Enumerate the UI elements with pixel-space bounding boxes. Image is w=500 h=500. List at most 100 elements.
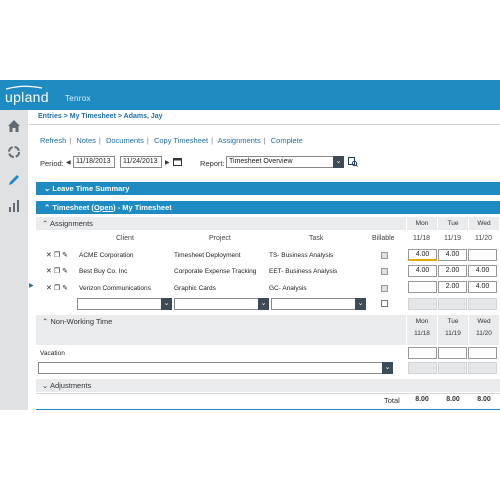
copy-timesheet-link[interactable]: Copy Timesheet — [154, 136, 208, 145]
vacation-hours-mon[interactable] — [408, 347, 437, 359]
hours-input-wed[interactable]: 4.00 — [468, 281, 497, 293]
chevron-down-icon[interactable]: ⌄ — [382, 362, 393, 374]
breadcrumb-entries[interactable]: Entries — [38, 113, 62, 120]
day-header-tue: Tue 11/19 — [438, 315, 468, 345]
hours-input-mon[interactable]: 4.00 — [408, 249, 437, 261]
non-working-hours-tue[interactable] — [438, 362, 467, 374]
task-select[interactable]: ⌄ — [271, 298, 366, 310]
nav-pointer-icon: ▶ — [29, 283, 34, 289]
day-header-mon: Mon 11/18 — [407, 315, 437, 345]
non-working-header[interactable]: ⌃ Non-Working Time — [36, 315, 406, 345]
hours-input-wed[interactable] — [468, 298, 497, 310]
billable-checkbox[interactable] — [381, 268, 388, 275]
chevron-down-icon[interactable]: ⌄ — [355, 298, 366, 310]
hours-input-tue[interactable]: 2.00 — [438, 265, 467, 277]
hours-input-tue[interactable] — [438, 298, 467, 310]
non-working-type-select[interactable]: ⌄ — [38, 362, 393, 374]
copy-icon[interactable]: ❐ — [54, 285, 60, 292]
row-project: Timesheet Deployment — [174, 252, 241, 259]
timesheet-status-link[interactable]: Open — [94, 203, 113, 212]
billable-checkbox[interactable] — [381, 252, 388, 259]
row-actions: ✕ ❐ ✎ — [46, 284, 68, 292]
hours-input-mon[interactable] — [408, 281, 437, 293]
complete-link[interactable]: Complete — [271, 136, 303, 145]
non-working-hours-mon[interactable] — [408, 362, 437, 374]
total-wed: 8.00 — [477, 396, 491, 403]
copy-icon[interactable]: ❐ — [54, 268, 60, 275]
cycle-icon[interactable] — [6, 144, 22, 160]
row-project: Graphic Cards — [174, 285, 216, 292]
date-label: 11/19 — [445, 330, 461, 337]
leave-summary-title: Leave Time Summary — [52, 184, 130, 193]
period-end-input[interactable]: 11/24/2013 — [120, 156, 162, 168]
leave-time-summary-bar[interactable]: ⌄ Leave Time Summary — [36, 182, 500, 195]
date-header-mon: 11/18 — [413, 235, 430, 242]
timesheet-app: upland Tenrox ▶ Entries > My Timesheet >… — [0, 0, 500, 500]
billable-checkbox[interactable] — [381, 285, 388, 292]
chevron-up-icon: ⌃ — [42, 317, 49, 326]
report-go-icon[interactable] — [348, 157, 358, 167]
adjustments-header[interactable]: ⌄ Adjustments — [36, 379, 500, 392]
report-select[interactable]: Timesheet Overview ⌄ — [226, 156, 344, 168]
timesheet-prefix: Timesheet ( — [52, 203, 94, 212]
project-select[interactable]: ⌄ — [174, 298, 269, 310]
timesheet-suffix: ) - My Timesheet — [113, 203, 172, 212]
hours-input-tue[interactable]: 2.00 — [438, 281, 467, 293]
chevron-down-icon[interactable]: ⌄ — [258, 298, 269, 310]
row-task: GC- Analysis — [269, 285, 307, 292]
documents-link[interactable]: Documents — [106, 136, 144, 145]
product-name: Tenrox — [65, 94, 91, 103]
row-actions: ✕ ❐ ✎ — [46, 267, 68, 275]
home-icon[interactable] — [6, 118, 22, 134]
chevron-down-icon[interactable]: ⌄ — [333, 156, 344, 168]
next-period-icon[interactable]: ▶ — [165, 159, 170, 166]
hours-input-mon[interactable]: 4.00 — [408, 265, 437, 277]
column-project: Project — [209, 235, 231, 242]
assignments-link[interactable]: Assignments — [218, 136, 261, 145]
hours-input-mon[interactable] — [408, 298, 437, 310]
row-task: EET- Business Analysis — [269, 268, 338, 275]
hours-input-tue[interactable]: 4.00 — [438, 249, 467, 261]
period-start-input[interactable]: 11/18/2013 — [73, 156, 115, 168]
chevron-down-icon: ⌄ — [44, 184, 51, 193]
notes-link[interactable]: Notes — [76, 136, 96, 145]
upland-logo[interactable]: upland — [5, 89, 49, 105]
left-nav — [0, 110, 28, 410]
column-client: Client — [116, 235, 134, 242]
hours-input-wed[interactable]: 4.00 — [468, 265, 497, 277]
report-select-value: Timesheet Overview — [229, 158, 293, 165]
row-client: Best Buy Co. Inc — [79, 268, 128, 275]
edit-icon[interactable]: ✎ — [62, 268, 68, 275]
non-working-hours-wed[interactable] — [468, 362, 497, 374]
period-label: Period: — [40, 159, 64, 168]
breadcrumb-my-timesheet[interactable]: My Timesheet — [70, 113, 116, 120]
timesheet-bar[interactable]: ⌃ Timesheet (Open) - My Timesheet — [36, 201, 500, 214]
chevron-up-icon: ⌃ — [44, 203, 51, 212]
copy-icon[interactable]: ❐ — [54, 252, 60, 259]
delete-icon[interactable]: ✕ — [46, 268, 52, 275]
total-tue: 8.00 — [446, 396, 460, 403]
chart-icon[interactable] — [6, 198, 22, 214]
vacation-hours-wed[interactable] — [468, 347, 497, 359]
action-links: Refresh | Notes | Documents | Copy Timeshee… — [40, 136, 303, 145]
vacation-hours-tue[interactable] — [438, 347, 467, 359]
row-actions: ✕ ❐ ✎ — [46, 251, 68, 259]
day-header-tue: Tue — [438, 217, 468, 230]
edit-icon[interactable]: ✎ — [62, 285, 68, 292]
edit-icon[interactable]: ✎ — [62, 252, 68, 259]
billable-checkbox[interactable] — [381, 300, 388, 307]
pencil-icon[interactable] — [6, 172, 22, 188]
delete-icon[interactable]: ✕ — [46, 285, 52, 292]
chevron-up-icon: ⌃ — [42, 219, 49, 228]
previous-period-icon[interactable]: ◀ — [66, 159, 71, 166]
chevron-down-icon: ⌄ — [42, 381, 49, 390]
calendar-icon[interactable] — [173, 157, 182, 166]
delete-icon[interactable]: ✕ — [46, 252, 52, 259]
client-select[interactable]: ⌄ — [77, 298, 172, 310]
report-label: Report: — [200, 159, 225, 168]
refresh-link[interactable]: Refresh — [40, 136, 66, 145]
hours-input-wed[interactable] — [468, 249, 497, 261]
assignments-header[interactable]: ⌃ Assignments — [36, 217, 406, 230]
chevron-down-icon[interactable]: ⌄ — [161, 298, 172, 310]
row-project: Corporate Expense Tracking — [174, 268, 257, 275]
